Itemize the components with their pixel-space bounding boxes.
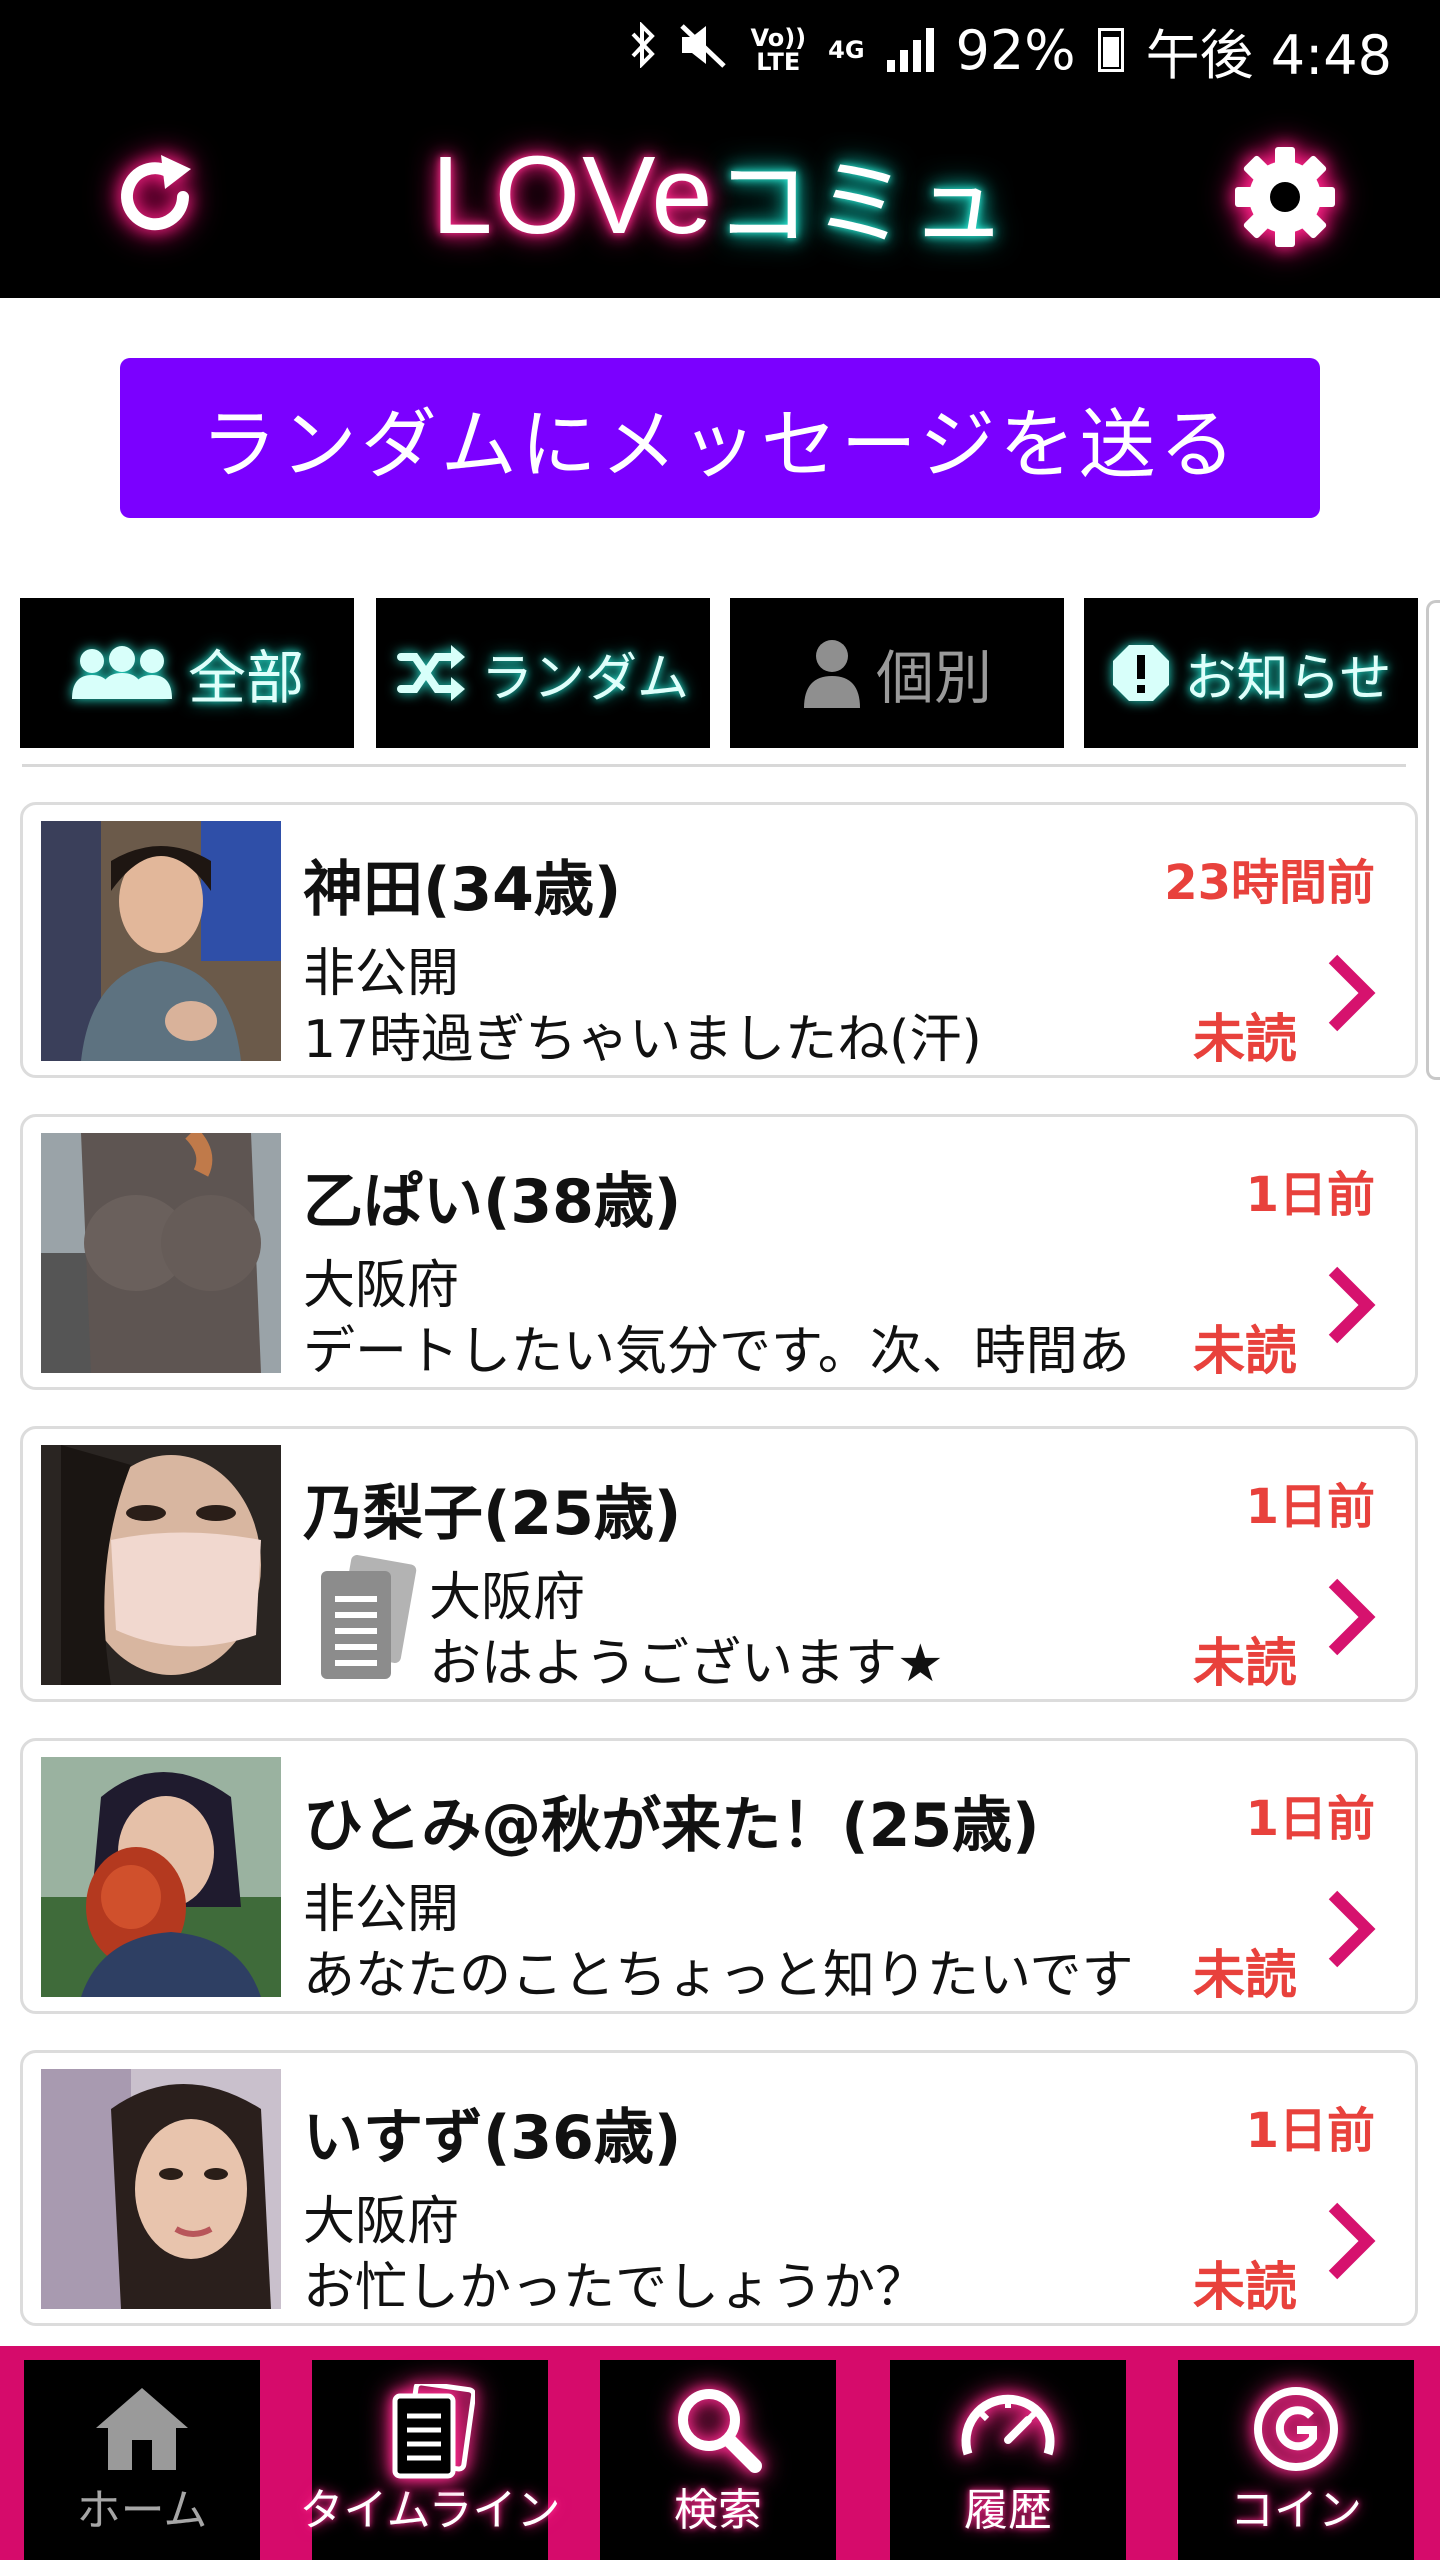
nav-timeline-label: タイムライン [299,2485,561,2536]
clock: 午後 4:48 [1145,23,1392,87]
app-logo: LOVe コミュ [430,130,1010,260]
message-preview: デートしたい気分です。次、時間あ [303,1322,1130,1382]
nav-home[interactable]: ホーム [24,2360,260,2560]
shuffle-icon [396,645,465,701]
sender-name: 乃梨子(25歳) [303,1479,682,1549]
message-card[interactable]: ひとみ@秋が来た！(25歳) 1日前 非公開 あなたのことちょっと知りたいです … [20,1738,1418,2014]
filter-tabs: 全部 ランダム 個別 お知らせ [20,598,1420,748]
message-preview: あなたのことちょっと知りたいです [303,1946,1134,2006]
avatar [41,2069,281,2309]
tab-notice-label: お知らせ [1184,648,1392,709]
users-icon [71,646,172,699]
4g-icon: 4G [828,36,865,64]
nav-home-label: ホーム [76,2485,208,2536]
volte-icon: Vo)) LTE [750,24,807,76]
sender-area: 大阪府 [303,2192,460,2252]
timeline-post-icon [321,1555,417,1679]
sender-name: 神田(34歳) [303,855,622,925]
message-card[interactable]: 乙ぱい(38歳) 1日前 大阪府 デートしたい気分です。次、時間あ 未読 [20,1114,1418,1390]
sender-area: 大阪府 [303,1256,460,1316]
random-message-button[interactable]: ランダムにメッセージを送る [120,358,1320,518]
bluetooth-icon [630,20,656,79]
nav-search-label: 検索 [674,2485,762,2536]
signal-icon [886,28,934,72]
avatar [41,821,281,1061]
chevron-right-icon [1328,954,1376,1032]
sender-name: いすず(36歳) [303,2103,682,2173]
chevron-right-icon [1328,1578,1376,1656]
message-time: 1日前 [1245,1791,1375,1847]
sender-area: 非公開 [303,944,460,1004]
chevron-right-icon [1328,1890,1376,1968]
message-preview: 17時過ぎちゃいましたね(汗) [303,1010,982,1070]
sender-area: 非公開 [303,1880,460,1940]
unread-badge: 未読 [1192,1322,1297,1382]
message-card[interactable]: 乃梨子(25歳) 1日前 大阪府 おはようございます★ 未読 [20,1426,1418,1702]
avatar [41,1133,281,1373]
tab-random-label: ランダム [480,648,689,709]
mute-icon [678,22,728,79]
history-icon [961,2394,1055,2456]
nav-history-label: 履歴 [964,2485,1052,2536]
user-icon [803,640,860,708]
tab-notice[interactable]: お知らせ [1084,598,1418,748]
gear-icon [1235,147,1335,247]
message-time: 1日前 [1245,2103,1375,2159]
message-preview: おはようございます★ [429,1634,944,1694]
settings-button[interactable] [1230,142,1340,252]
sender-name: 乙ぱい(38歳) [303,1167,682,1237]
battery-percent: 92% [955,18,1076,82]
sender-name: ひとみ@秋が来た！(25歳) [303,1791,1040,1861]
bottom-nav: ホーム タイムライン 検索 履歴 コイン [0,2346,1440,2560]
message-time: 1日前 [1245,1479,1375,1535]
home-icon [96,2388,188,2470]
unread-badge: 未読 [1192,1010,1297,1070]
unread-badge: 未読 [1192,1946,1297,2006]
message-time: 1日前 [1245,1167,1375,1223]
search-icon [678,2389,762,2473]
timeline-icon [392,2384,475,2479]
tab-individual-label: 個別 [875,644,992,712]
coin-icon [1254,2387,1338,2471]
nav-coin-label: コイン [1230,2485,1362,2536]
scrollbar[interactable] [1426,600,1440,1080]
alert-icon [1112,645,1169,701]
nav-timeline[interactable]: タイムライン [300,2360,560,2560]
message-card[interactable]: いすず(36歳) 1日前 大阪府 お忙しかったでしょうか？ 未読 [20,2050,1418,2326]
tab-all[interactable]: 全部 [20,598,354,748]
logo-comm-text: コミュ [714,150,1009,258]
refresh-icon [121,155,191,231]
tab-individual[interactable]: 個別 [730,598,1064,748]
message-preview: お忙しかったでしょうか？ [303,2258,928,2318]
tab-random[interactable]: ランダム [376,598,710,748]
app-header: LOVe コミュ [0,100,1440,298]
avatar [41,1757,281,1997]
tab-all-label: 全部 [187,644,304,712]
nav-history[interactable]: 履歴 [890,2360,1126,2560]
message-time: 23時間前 [1164,855,1375,911]
unread-badge: 未読 [1192,2258,1297,2318]
tabs-divider [22,764,1406,767]
unread-badge: 未読 [1192,1634,1297,1694]
avatar [41,1445,281,1685]
message-card[interactable]: 神田(34歳) 23時間前 非公開 17時過ぎちゃいましたね(汗) 未読 [20,802,1418,1078]
refresh-button[interactable] [100,142,210,252]
nav-search[interactable]: 検索 [600,2360,836,2560]
battery-icon [1097,28,1124,72]
status-bar: Vo)) LTE 4G 92% 午後 4:48 [0,0,1440,100]
chevron-right-icon [1328,1266,1376,1344]
sender-area: 大阪府 [429,1568,586,1628]
logo-love-text: LOVe [431,133,715,257]
nav-coin[interactable]: コイン [1178,2360,1414,2560]
chevron-right-icon [1328,2202,1376,2280]
